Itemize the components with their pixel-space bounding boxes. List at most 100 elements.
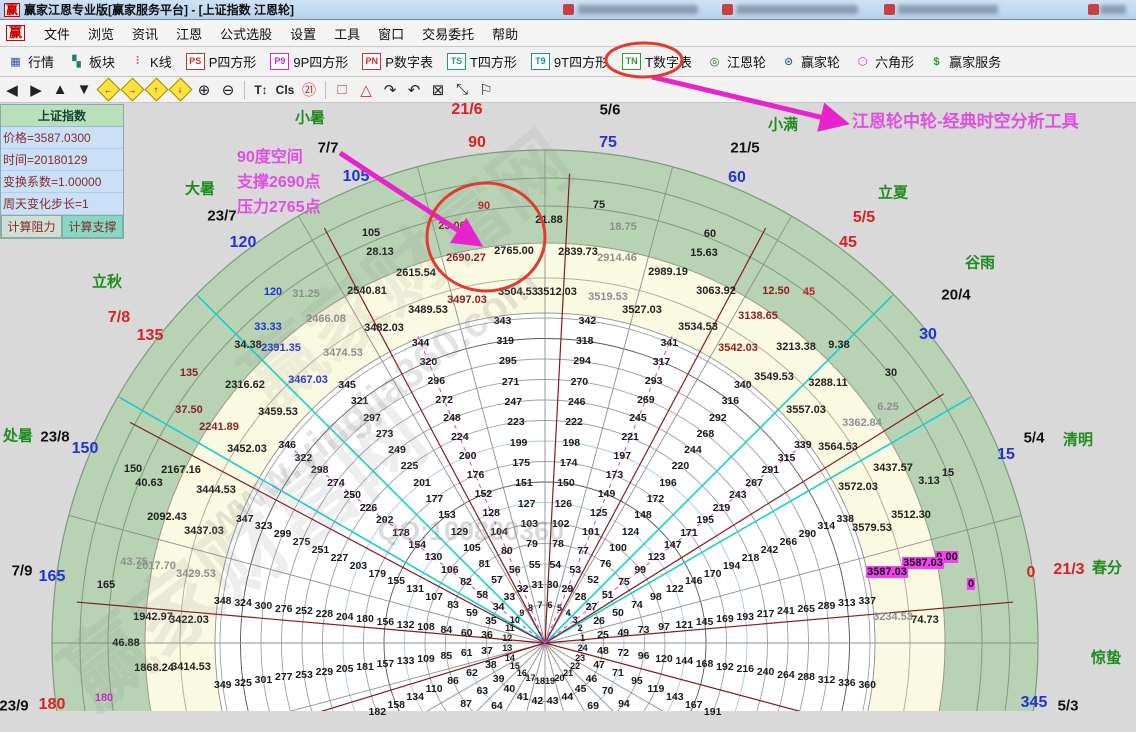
p-square-icon: PS xyxy=(186,53,205,70)
t-table-icon: TN xyxy=(622,53,641,70)
toolbar-separator xyxy=(244,81,245,99)
toolbar-button-label: T数字表 xyxy=(645,52,692,71)
menu-bar: 赢 文件浏览资讯江恩公式选股设置工具窗口交易委托帮助 xyxy=(0,20,1136,47)
toolbar-button-winner-wheel[interactable]: ⊙ 赢家轮 xyxy=(773,50,847,73)
toolbar-button-shift-down[interactable]: ↓ xyxy=(168,79,192,100)
background-app-icon xyxy=(563,4,574,15)
panel-buttons: 计算阻力 计算支撑 xyxy=(1,215,123,238)
title-bar: 赢 赢家江恩专业版[赢家服务平台] - [上证指数 江恩轮] xyxy=(0,0,1136,20)
hexagon-icon: ⬡ xyxy=(854,54,871,69)
toolbar-button-price-axis[interactable]: T↕ xyxy=(249,79,273,100)
toolbar-button-label: 行情 xyxy=(28,52,54,71)
menu-items: 文件浏览资讯江恩公式选股设置工具窗口交易委托帮助 xyxy=(35,21,527,46)
toolbar-button-t-table[interactable]: TNT数字表 xyxy=(615,50,699,73)
quotes-icon: ▦ xyxy=(7,54,24,69)
toolbar-button-shift-right[interactable]: → xyxy=(120,79,144,100)
toolbar-separator xyxy=(325,81,326,99)
toolbar-button-sectors[interactable]: ▚ 板块 xyxy=(61,50,122,73)
menu-item-设置[interactable]: 设置 xyxy=(281,21,325,46)
panel-field: 变换系数=1.00000 xyxy=(1,171,123,193)
toolbar-button-winner-service[interactable]: $ 赢家服务 xyxy=(921,50,1008,73)
blurred-title-fragment xyxy=(898,5,998,14)
calc-support-button[interactable]: 计算支撑 xyxy=(62,215,123,238)
gann-wheel-chart xyxy=(0,100,1136,711)
9p-square-icon: P9 xyxy=(270,53,289,70)
panel-title: 上证指数 xyxy=(1,105,123,127)
winner-wheel-icon: ⊙ xyxy=(780,54,797,69)
shift-down-icon: ↓ xyxy=(168,77,192,101)
toolbar-button-9t-square[interactable]: T99T四方形 xyxy=(524,50,615,73)
p-table-icon: PN xyxy=(362,53,381,70)
toolbar-button-label: 六角形 xyxy=(875,52,914,71)
toolbar-button-nav-left[interactable]: ◀ xyxy=(0,79,24,100)
toolbar-button-flag-tool[interactable]: ⚐ xyxy=(474,79,498,100)
background-app-icon xyxy=(884,4,895,15)
toolbar-button-rotate-cw[interactable]: ↷ xyxy=(378,79,402,100)
toolbar-button-label: T四方形 xyxy=(470,52,517,71)
toolbar-button-9p-square[interactable]: P99P四方形 xyxy=(263,50,355,73)
shift-left-icon: ← xyxy=(96,77,120,101)
toolbar-button-label: P数字表 xyxy=(385,52,433,71)
application-window: 赢 赢家江恩专业版[赢家服务平台] - [上证指数 江恩轮] 赢 文件浏览资讯江… xyxy=(0,0,1136,711)
menu-item-江恩[interactable]: 江恩 xyxy=(167,21,211,46)
toolbar-button-calendar[interactable]: ㉑ xyxy=(297,79,321,100)
toolbar-button-label: 赢家服务 xyxy=(949,52,1001,71)
toolbar-button-gann-wheel[interactable]: ◎ 江恩轮 xyxy=(699,50,773,73)
panel-field: 价格=3587.0300 xyxy=(1,127,123,149)
toolbar-button-cls[interactable]: Cls xyxy=(273,79,297,100)
toolbar-button-t-square[interactable]: TST四方形 xyxy=(440,50,524,73)
blurred-title-fragment xyxy=(1100,5,1126,14)
kline-icon: ⫶ xyxy=(129,54,146,69)
toolbar-button-label: 江恩轮 xyxy=(727,52,766,71)
shift-up-icon: ↑ xyxy=(144,77,168,101)
toolbar-button-shrink-tool[interactable]: ⤡ xyxy=(450,79,474,100)
menu-logo-icon: 赢 xyxy=(6,25,25,41)
gann-wheel-icon: ◎ xyxy=(706,54,723,69)
window-title: 赢家江恩专业版[赢家服务平台] - [上证指数 江恩轮] xyxy=(24,1,294,18)
panel-rows: 价格=3587.0300时间=20180129变换系数=1.00000周天变化步… xyxy=(1,127,123,215)
menu-item-文件[interactable]: 文件 xyxy=(35,21,79,46)
toolbar-button-shift-up[interactable]: ↑ xyxy=(144,79,168,100)
app-logo-icon: 赢 xyxy=(4,3,20,17)
toolbar-button-triangle-tool[interactable]: △ xyxy=(354,79,378,100)
toolbar-button-nav-down[interactable]: ▼ xyxy=(72,79,96,100)
menu-item-工具[interactable]: 工具 xyxy=(325,21,369,46)
t-square-icon: TS xyxy=(447,53,466,70)
9t-square-icon: T9 xyxy=(531,53,550,70)
toolbar-button-quotes[interactable]: ▦ 行情 xyxy=(0,50,61,73)
toolbar-button-nav-right[interactable]: ▶ xyxy=(24,79,48,100)
menu-item-公式选股[interactable]: 公式选股 xyxy=(211,21,281,46)
menu-item-窗口[interactable]: 窗口 xyxy=(369,21,413,46)
toolbar-button-zoom-in[interactable]: ⊕ xyxy=(192,79,216,100)
blurred-title-fragment xyxy=(578,5,698,14)
toolbar-button-nav-up[interactable]: ▲ xyxy=(48,79,72,100)
shift-right-icon: → xyxy=(120,77,144,101)
menu-item-资讯[interactable]: 资讯 xyxy=(123,21,167,46)
panel-field: 周天变化步长=1 xyxy=(1,193,123,215)
menu-item-浏览[interactable]: 浏览 xyxy=(79,21,123,46)
panel-field: 时间=20180129 xyxy=(1,149,123,171)
background-app-icon xyxy=(1088,4,1099,15)
toolbar-button-label: K线 xyxy=(150,52,172,71)
calc-resistance-button[interactable]: 计算阻力 xyxy=(1,215,62,238)
toolbar-button-p-table[interactable]: PNP数字表 xyxy=(355,50,440,73)
sectors-icon: ▚ xyxy=(68,54,85,69)
blurred-title-fragment xyxy=(736,5,858,14)
menu-item-帮助[interactable]: 帮助 xyxy=(483,21,527,46)
toolbar-button-zoom-out[interactable]: ⊖ xyxy=(216,79,240,100)
index-info-panel: 上证指数 价格=3587.0300时间=20180129变换系数=1.00000… xyxy=(0,104,124,239)
toolbar-button-label: 板块 xyxy=(89,52,115,71)
toolbar-button-kline[interactable]: ⫶ K线 xyxy=(122,50,179,73)
winner-service-icon: $ xyxy=(928,54,945,69)
toolbar-button-p-square[interactable]: PSP四方形 xyxy=(179,50,264,73)
toolbar-button-rotate-ccw[interactable]: ↶ xyxy=(402,79,426,100)
toolbar-button-label: 9T四方形 xyxy=(554,52,608,71)
background-app-icon xyxy=(722,4,733,15)
toolbar-button-shift-left[interactable]: ← xyxy=(96,79,120,100)
toolbar-button-label: P四方形 xyxy=(209,52,257,71)
toolbar-button-label: 赢家轮 xyxy=(801,52,840,71)
toolbar-button-frame-tool[interactable]: ⊠ xyxy=(426,79,450,100)
toolbar-button-square-tool[interactable]: □ xyxy=(330,79,354,100)
menu-item-交易委托[interactable]: 交易委托 xyxy=(413,21,483,46)
toolbar-button-hexagon[interactable]: ⬡ 六角形 xyxy=(847,50,921,73)
